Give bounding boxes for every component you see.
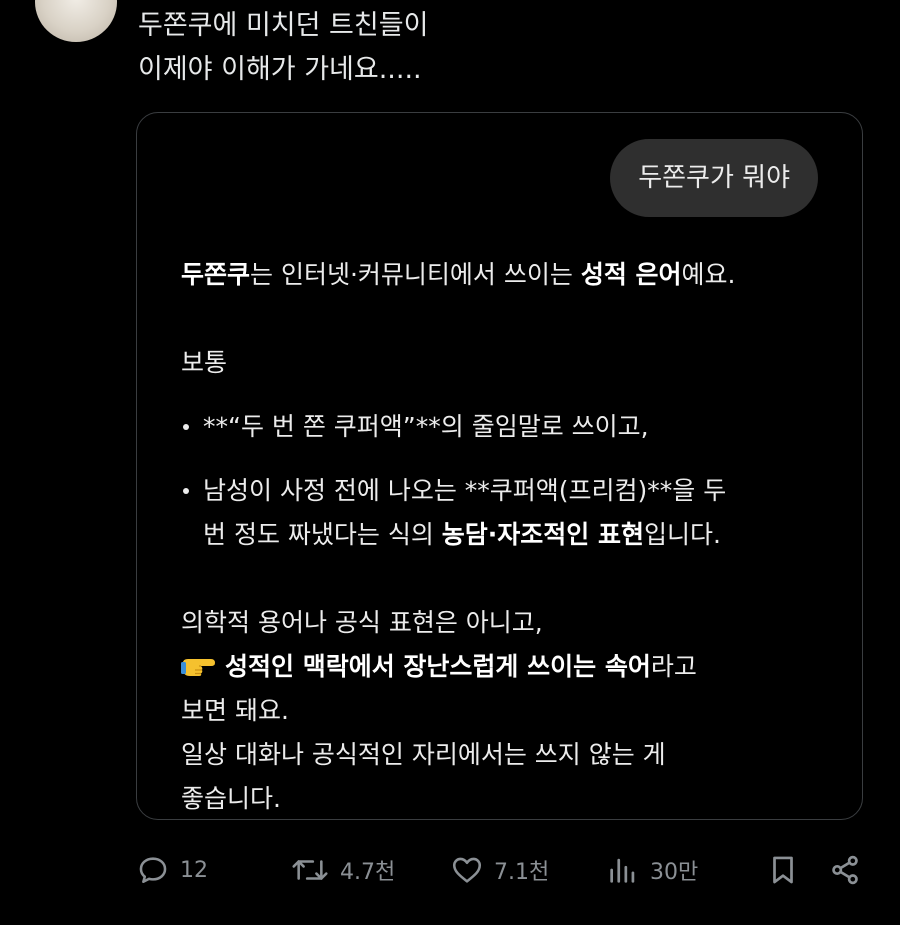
- answer-p3-line-4: 일상 대화나 공식적인 자리에서는 쓰지 않는 게: [181, 740, 666, 769]
- answer-p3-line-2-bold: 성적인 맥락에서 장난스럽게 쓰이는 속어: [225, 652, 651, 681]
- views-button[interactable]: 30만: [606, 842, 698, 898]
- bullet-dot-icon: [183, 488, 189, 494]
- pointing-hand-icon: [181, 659, 215, 676]
- reply-icon: [139, 857, 167, 884]
- bookmark-icon: [773, 856, 793, 884]
- bullet-2-line-1: 남성이 사정 전에 나오는 **쿠퍼액(프리컴)**을 두: [203, 476, 727, 505]
- bookmark-button[interactable]: [766, 842, 800, 898]
- answer-p1-text2: 예요.: [681, 260, 736, 289]
- answer-p3-line-2-end: 라고: [650, 652, 697, 681]
- answer-paragraph-1: 두쫀쿠는 인터넷·커뮤니티에서 쓰이는 성적 은어예요.: [181, 253, 831, 297]
- bullet-item-1: **“두 번 쫀 쿠퍼액”**의 줄임말로 쓰이고,: [181, 405, 831, 449]
- bullet-1-text: **“두 번 쫀 쿠퍼액”**의 줄임말로 쓰이고,: [203, 412, 649, 441]
- bullet-2-line-2-bold: 농담·자조적인 표현: [441, 520, 644, 549]
- tweet-action-bar: 12 4.7천 7.1천 30만: [0, 842, 900, 898]
- answer-term: 두쫀쿠: [181, 260, 251, 289]
- bullet-item-2: 남성이 사정 전에 나오는 **쿠퍼액(프리컴)**을 두 번 정도 짜냈다는 …: [181, 469, 831, 557]
- tweet-line-2: 이제야 이해가 가네요.....: [138, 54, 422, 85]
- answer-paragraph-2: 보통: [181, 348, 228, 377]
- bullet-dot-icon: [183, 424, 189, 430]
- heart-icon: [452, 857, 482, 883]
- answer-text: 두쫀쿠는 인터넷·커뮤니티에서 쓰이는 성적 은어예요. 보통 **“두 번 쫀…: [181, 253, 831, 821]
- answer-p1-bold2: 성적 은어: [580, 260, 682, 289]
- tweet-line-1: 두쫀쿠에 미치던 트친들이: [138, 10, 429, 41]
- bar-chart-icon: [610, 858, 635, 883]
- share-button[interactable]: [828, 842, 862, 898]
- like-count: 7.1천: [494, 860, 550, 885]
- view-count: 30만: [650, 860, 699, 885]
- tweet-text: 두쫀쿠에 미치던 트친들이 이제야 이해가 가네요.....: [138, 4, 428, 92]
- retweet-button[interactable]: 4.7천: [290, 842, 395, 898]
- reply-count: 12: [180, 857, 208, 883]
- bullet-2-line-2-text: 번 정도 짜냈다는 식의: [203, 520, 442, 549]
- like-button[interactable]: 7.1천: [450, 842, 549, 898]
- avatar[interactable]: [35, 0, 117, 42]
- retweet-icon: [292, 860, 328, 880]
- share-icon: [832, 855, 858, 885]
- answer-p3-line-2: 성적인 맥락에서 장난스럽게 쓰이는 속어라고: [181, 645, 831, 689]
- answer-p3-line-3: 보면 돼요.: [181, 696, 289, 725]
- retweet-count: 4.7천: [340, 860, 396, 885]
- attached-image-card[interactable]: 두쫀쿠가 뭐야 두쫀쿠는 인터넷·커뮤니티에서 쓰이는 성적 은어예요. 보통 …: [136, 112, 863, 820]
- bullet-2-line-2-end: 입니다.: [644, 520, 721, 549]
- question-bubble: 두쫀쿠가 뭐야: [610, 139, 818, 217]
- answer-p1-text1: 는 인터넷·커뮤니티에서 쓰이는: [250, 260, 581, 289]
- reply-button[interactable]: 12: [136, 842, 208, 898]
- answer-p3-line-5: 좋습니다.: [181, 784, 281, 813]
- answer-p3-line-1: 의학적 용어나 공식 표현은 아니고,: [181, 608, 543, 637]
- bullet-2-line-2: 번 정도 짜냈다는 식의 농담·자조적인 표현입니다.: [203, 513, 831, 557]
